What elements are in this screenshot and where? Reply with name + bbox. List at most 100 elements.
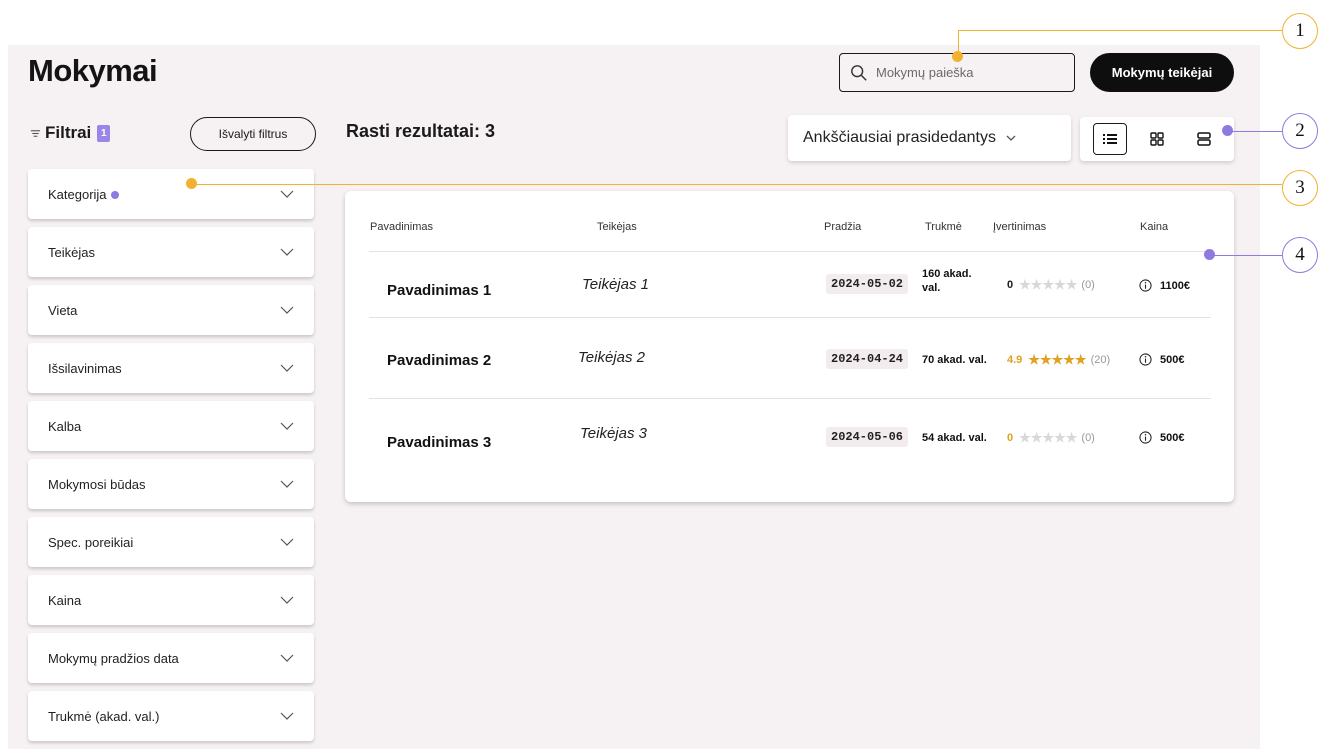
filter-special-needs[interactable]: Spec. poreikiai — [28, 517, 314, 567]
filter-icon — [30, 129, 41, 137]
star-filled-icon: ★ — [1063, 352, 1075, 367]
course-price: 500€ — [1139, 353, 1184, 366]
annotation-leader-line — [1228, 131, 1282, 132]
chevron-down-icon — [280, 248, 294, 256]
star-empty-icon: ★ — [1042, 277, 1055, 292]
filter-label: Kategorija — [48, 186, 107, 202]
filter-provider[interactable]: Teikėjas — [28, 227, 314, 277]
course-rating: 0 ★ ★ ★ ★ ★ (0) — [1007, 278, 1095, 291]
providers-button[interactable]: Mokymų teikėjai — [1090, 53, 1234, 92]
course-price: 500€ — [1139, 431, 1184, 444]
results-table: Pavadinimas Teikėjas Pradžia Trukmė Įver… — [345, 191, 1234, 502]
filter-label: Mokymosi būdas — [48, 476, 146, 492]
search-input[interactable] — [876, 65, 1056, 80]
sort-selected-value: Ankščiausiai prasidedantys — [803, 129, 996, 146]
filter-location[interactable]: Vieta — [28, 285, 314, 335]
annotation-leader-line — [192, 184, 1282, 185]
card-view-button[interactable] — [1187, 123, 1221, 155]
chevron-down-icon — [280, 480, 294, 488]
star-empty-icon: ★ — [1030, 277, 1043, 292]
filter-label: Išsilavinimas — [48, 360, 122, 376]
chevron-down-icon — [280, 538, 294, 546]
row-divider — [369, 398, 1211, 399]
column-header-start[interactable]: Pradžia — [824, 221, 861, 233]
clear-filters-button[interactable]: Išvalyti filtrus — [190, 117, 316, 151]
active-dot-icon — [110, 191, 119, 200]
column-header-price[interactable]: Kaina — [1140, 221, 1168, 233]
column-header-rating[interactable]: Įvertinimas — [993, 221, 1046, 233]
star-filled-icon: ★ — [1051, 352, 1064, 367]
list-view-button[interactable] — [1092, 123, 1127, 155]
info-icon[interactable] — [1139, 279, 1152, 292]
price-value: 500€ — [1160, 431, 1185, 444]
filter-duration[interactable]: Trukmė (akad. val.) — [28, 691, 314, 741]
annotation-leader-line — [958, 30, 1282, 31]
column-header-name[interactable]: Pavadinimas — [370, 221, 433, 233]
annotation-marker-3: 3 — [1282, 170, 1318, 206]
filter-label: Kaina — [48, 592, 82, 608]
filter-education[interactable]: Išsilavinimas — [28, 343, 314, 393]
filter-category[interactable]: Kategorija — [28, 169, 314, 219]
grid-icon — [1150, 132, 1164, 146]
filter-label-wrap: Kategorija — [48, 187, 119, 202]
course-name[interactable]: Pavadinimas 2 — [387, 352, 491, 369]
chevron-down-icon — [280, 364, 294, 372]
chevron-down-icon — [280, 306, 294, 314]
rating-value: 4.9 — [1007, 353, 1023, 366]
info-icon[interactable] — [1139, 353, 1152, 366]
results-count: Rasti rezultatai: 3 — [346, 121, 496, 141]
column-header-duration[interactable]: Trukmė — [925, 221, 962, 233]
rating-stars: ★ ★ ★ ★ ★ — [1019, 431, 1077, 444]
header-divider — [369, 251, 1211, 252]
course-provider[interactable]: Teikėjas 3 — [580, 425, 647, 442]
filter-label: Trukmė (akad. val.) — [48, 708, 160, 724]
chevron-down-icon — [280, 422, 294, 430]
chevron-down-icon — [280, 654, 294, 662]
course-provider[interactable]: Teikėjas 2 — [578, 349, 645, 366]
annotation-marker-dot — [1222, 125, 1233, 136]
star-empty-icon: ★ — [1054, 277, 1066, 292]
annotation-marker-2: 2 — [1282, 113, 1318, 149]
annotation-marker-dot — [952, 51, 963, 62]
info-icon[interactable] — [1139, 431, 1152, 444]
star-filled-icon: ★ — [1039, 352, 1052, 367]
course-name[interactable]: Pavadinimas 1 — [387, 282, 491, 299]
filters-header: Filtrai 1 — [30, 123, 111, 143]
course-start-date: 2024-04-24 — [826, 349, 909, 369]
filter-start-date[interactable]: Mokymų pradžios data — [28, 633, 314, 683]
chevron-down-icon — [1006, 135, 1016, 141]
course-rating: 4.9 ★ ★ ★ ★ ★ (20) — [1007, 353, 1110, 366]
column-header-provider[interactable]: Teikėjas — [597, 221, 637, 233]
filter-price[interactable]: Kaina — [28, 575, 314, 625]
review-count: (20) — [1090, 353, 1111, 366]
filter-label: Mokymų pradžios data — [48, 650, 179, 666]
star-empty-icon: ★ — [1042, 430, 1055, 445]
star-empty-icon: ★ — [1030, 430, 1043, 445]
grid-view-button[interactable] — [1140, 123, 1174, 155]
rating-stars: ★ ★ ★ ★ ★ — [1019, 278, 1077, 291]
row-divider — [369, 317, 1211, 318]
star-empty-icon: ★ — [1054, 430, 1066, 445]
course-start-date: 2024-05-06 — [826, 427, 909, 447]
rows-icon — [1197, 132, 1212, 146]
app-window: Mokymai Mokymų teikėjai Filtrai 1 Išvaly… — [8, 45, 1260, 749]
filter-language[interactable]: Kalba — [28, 401, 314, 451]
review-count: (0) — [1081, 278, 1095, 291]
course-name[interactable]: Pavadinimas 3 — [387, 434, 491, 451]
star-empty-icon: ★ — [1019, 277, 1031, 292]
course-duration: 160 akad. val. — [922, 268, 972, 294]
search-icon — [851, 64, 867, 81]
filter-label: Spec. poreikiai — [48, 534, 134, 550]
course-duration: 70 akad. val. — [922, 354, 987, 366]
filter-learning-mode[interactable]: Mokymosi būdas — [28, 459, 314, 509]
filters-title: Filtrai — [45, 123, 92, 142]
annotation-marker-dot — [1204, 249, 1215, 260]
sort-dropdown[interactable]: Ankščiausiai prasidedantys — [788, 115, 1071, 161]
annotation-marker-4: 4 — [1282, 237, 1318, 273]
price-value: 1100€ — [1160, 279, 1190, 292]
rating-stars: ★ ★ ★ ★ ★ — [1028, 353, 1086, 366]
course-provider[interactable]: Teikėjas 1 — [582, 276, 649, 293]
filter-label: Vieta — [48, 302, 78, 318]
list-icon — [1102, 134, 1117, 144]
price-value: 500€ — [1160, 353, 1185, 366]
